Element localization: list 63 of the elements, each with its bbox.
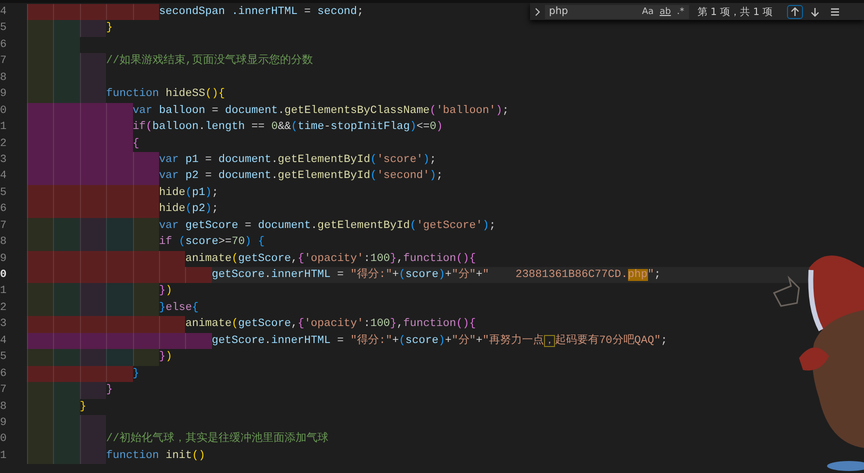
match-case-toggle[interactable]: Aa: [640, 6, 656, 16]
line-number: 8: [0, 400, 8, 414]
line-number: 8: [0, 235, 8, 250]
line-number: 0: [0, 432, 8, 448]
regex-toggle[interactable]: .*: [674, 6, 686, 16]
line-number: 3: [0, 152, 8, 168]
line-number: 7: [0, 383, 8, 398]
line-number: 4: [0, 5, 8, 20]
code-line: function init(): [106, 448, 206, 464]
code-line: if (score>=70) {: [158, 235, 265, 250]
code-line: }: [106, 21, 113, 36]
code-line: getScore.innerHTML = "得分:"+(score)+"分"+" 23881361B86C77CD.php";: [212, 267, 661, 283]
line-number: 6: [0, 366, 8, 382]
line-number: 0: [0, 104, 8, 119]
code-line: getScore.innerHTML = "得分:"+(score)+"分"+"再努力一点，起码要有70分吧QAQ";: [212, 332, 668, 349]
code-line: {: [132, 136, 140, 152]
line-number: 9: [0, 87, 8, 102]
line-number: 1: [0, 448, 8, 464]
code-line: //如果游戏结束,页面没气球显示您的分数: [106, 53, 313, 70]
line-number: 9: [0, 416, 8, 431]
line-number: 9: [0, 252, 8, 267]
code-line: secondSpan .innerHTML = second;: [158, 5, 364, 20]
line-number: 4: [0, 334, 8, 349]
code-line: animate(getScore,{'opacity':100},function(){: [185, 317, 476, 332]
line-number: 7: [0, 54, 8, 70]
chevron-right-icon[interactable]: [534, 6, 541, 16]
whole-word-toggle[interactable]: ab: [658, 6, 673, 16]
code-line: var p2 = document.getElementById('second');: [158, 169, 443, 184]
code-line: var balloon = document.getElementsByClassName('balloon');: [132, 104, 509, 119]
line-number: 5: [0, 186, 8, 201]
line-number: 2: [0, 136, 8, 152]
line-number: 3: [0, 317, 8, 332]
code-line: }else{: [158, 300, 199, 316]
code-line: }: [80, 400, 86, 414]
code-line: hide(p2);: [158, 202, 218, 218]
line-number: 1: [0, 284, 8, 300]
find-field[interactable]: php: [545, 4, 637, 18]
line-number: 2: [0, 300, 8, 316]
code-line: }: [106, 383, 113, 398]
match-count: 第 1 项，共 1 项: [697, 6, 773, 18]
lines-icon: [830, 6, 840, 16]
code-line: animate(getScore,{'opacity':100},function(){: [185, 252, 476, 267]
code-line: }: [132, 366, 140, 382]
line-number: 6: [0, 202, 8, 218]
line-number: 5: [0, 350, 8, 366]
arrow-up-icon: [790, 6, 800, 16]
code-line: var p1 = document.getElementById('score');: [158, 152, 436, 168]
line-number: 5: [0, 21, 8, 36]
arrow-down-icon: [810, 6, 820, 16]
line-number: 7: [0, 218, 8, 234]
line-number: 1: [0, 120, 8, 136]
code-line: //初始化气球，其实是往缓冲池里面添加气球: [106, 431, 328, 448]
code-line: }): [158, 350, 172, 366]
line-number: 0: [0, 268, 8, 283]
code-line: if(balloon.length == 0&&(time-stopInitFlag)<=0): [132, 120, 443, 136]
code-line: }): [158, 284, 172, 300]
code-line: hide(p1);: [158, 186, 218, 201]
code-line: function hideSS(){: [106, 87, 226, 102]
line-number: 6: [0, 38, 8, 53]
line-number: 8: [0, 70, 8, 86]
previous-match-button[interactable]: [786, 4, 803, 18]
code-line: var getScore = document.getElementById('getScore');: [158, 218, 496, 234]
line-number: 4: [0, 169, 8, 184]
